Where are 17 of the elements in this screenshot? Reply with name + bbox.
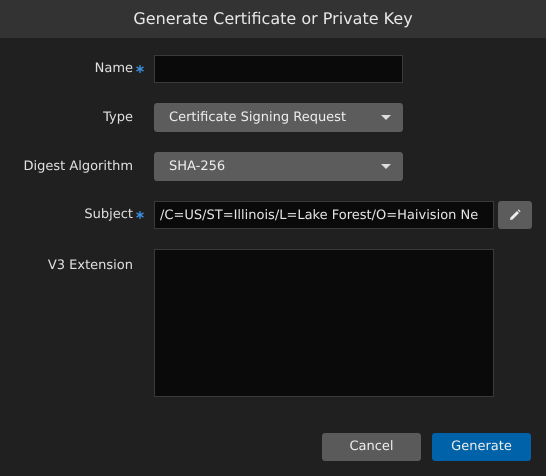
field-label: Type xyxy=(103,108,133,127)
dialog-title: Generate Certificate or Private Key xyxy=(133,8,413,30)
dropdown[interactable]: SHA-256 xyxy=(154,152,403,181)
field-label: Subject xyxy=(84,206,133,224)
field-label: Digest Algorithm xyxy=(23,158,133,176)
name-field[interactable] xyxy=(154,55,403,83)
subject-field[interactable]: /C=US/ST=Illinois/L=Lake Forest/O=Haivision Ne xyxy=(154,201,494,229)
field-label: V3 Extension xyxy=(48,257,133,275)
edit-button[interactable] xyxy=(498,201,532,229)
dropdown[interactable]: Certificate Signing Request xyxy=(154,103,403,132)
caret-icon xyxy=(381,115,391,120)
pencil-icon xyxy=(509,209,521,221)
cancel-button[interactable]: Cancel xyxy=(322,433,421,461)
extension-textarea[interactable] xyxy=(154,249,494,397)
generate-button[interactable]: Generate xyxy=(432,433,531,461)
field-label: Name xyxy=(94,60,133,78)
caret-icon xyxy=(381,164,391,169)
